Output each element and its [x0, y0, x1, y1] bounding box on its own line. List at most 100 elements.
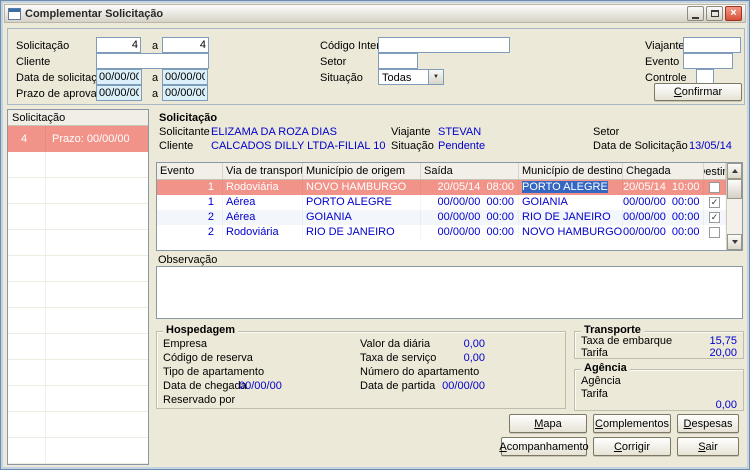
tarifa-transporte-label: Tarifa	[581, 347, 608, 359]
request-number	[8, 178, 46, 203]
arrow-up-icon	[732, 169, 738, 173]
sair-button[interactable]: Sair	[677, 437, 739, 456]
corrigir-button[interactable]: Corrigir	[593, 437, 671, 456]
cell-saida[interactable]: 00/00/00 00:00	[421, 210, 519, 225]
cell-destino_mun[interactable]: NOVO HAMBURGO	[519, 225, 623, 240]
close-icon: ×	[730, 8, 736, 19]
cell-destino_mun[interactable]: RIO DE JANEIRO	[519, 210, 623, 225]
column-header-destino[interactable]: Destino	[704, 163, 726, 179]
column-header-via[interactable]: Via de transporte	[223, 163, 303, 179]
scrollbar-thumb[interactable]	[727, 179, 742, 199]
list-row-empty[interactable]	[8, 256, 148, 282]
cell-via[interactable]: Aérea	[223, 195, 303, 210]
list-row-empty[interactable]	[8, 152, 148, 178]
cell-chegada[interactable]: 20/05/14 10:00	[623, 180, 704, 195]
itinerary-row[interactable]: 1RodoviáriaNOVO HAMBURGO20/05/14 08:00PO…	[157, 180, 726, 195]
solicitacao-to-input[interactable]	[162, 37, 209, 53]
cell-chegada[interactable]: 00/00/00 00:00	[623, 195, 704, 210]
itinerary-header: EventoVia de transporteMunicípio de orig…	[157, 163, 726, 180]
list-row-empty[interactable]	[8, 438, 148, 464]
cliente-filter-input[interactable]	[96, 53, 209, 69]
prazo-aprovacao-from-input[interactable]	[96, 85, 142, 101]
cell-via[interactable]: Rodoviária	[223, 180, 303, 195]
range-separator: a	[152, 40, 158, 52]
list-row-empty[interactable]	[8, 178, 148, 204]
list-row-empty[interactable]	[8, 360, 148, 386]
prazo-aprovacao-to-input[interactable]	[162, 85, 208, 101]
data-solicitacao-from-input[interactable]	[96, 69, 142, 85]
cell-destino_mun[interactable]: PORTO ALEGRE	[519, 180, 623, 195]
cell-via[interactable]: Aérea	[223, 210, 303, 225]
cell-evento[interactable]: 1	[157, 180, 223, 195]
cell-origem[interactable]: GOIANIA	[303, 210, 421, 225]
destino-checkbox[interactable]: ✓	[709, 197, 720, 208]
cell-origem[interactable]: RIO DE JANEIRO	[303, 225, 421, 240]
titlebar[interactable]: Complementar Solicitação ×	[4, 4, 746, 23]
list-row-empty[interactable]	[8, 334, 148, 360]
data-solicitacao-filter-label: Data de solicitação	[16, 72, 109, 84]
request-number	[8, 204, 46, 229]
data-chegada-label: Data de chegada	[163, 380, 247, 392]
column-header-evento[interactable]: Evento	[157, 163, 223, 179]
list-row-empty[interactable]	[8, 412, 148, 438]
itinerary-row[interactable]: 1AéreaPORTO ALEGRE00/00/00 00:00GOIANIA0…	[157, 195, 726, 210]
cell-destino_mun[interactable]: GOIANIA	[519, 195, 623, 210]
list-row-empty[interactable]	[8, 308, 148, 334]
cell-via[interactable]: Rodoviária	[223, 225, 303, 240]
column-header-destmun[interactable]: Município de destino	[519, 163, 623, 179]
request-list-header: Solicitação	[8, 110, 148, 126]
request-number	[8, 230, 46, 255]
cell-evento[interactable]: 1	[157, 195, 223, 210]
complementar-solicitacao-window: Complementar Solicitação × Solicitação a…	[0, 0, 750, 470]
list-row-empty[interactable]	[8, 386, 148, 412]
cell-chegada[interactable]: 00/00/00 00:00	[623, 210, 704, 225]
viajante-filter-input[interactable]	[683, 37, 741, 53]
column-header-origem[interactable]: Município de origem	[303, 163, 421, 179]
filter-panel: Solicitação a Cliente Data de solicitaçã…	[7, 28, 745, 105]
data-partida-value: 00/00/00	[400, 380, 485, 392]
situacao-dropdown[interactable]: Todas ▼	[378, 69, 444, 85]
cell-origem[interactable]: NOVO HAMBURGO	[303, 180, 421, 195]
itinerary-row[interactable]: 2RodoviáriaRIO DE JANEIRO00/00/00 00:00N…	[157, 225, 726, 240]
mapa-button[interactable]: Mapa	[509, 414, 587, 433]
cell-saida[interactable]: 00/00/00 00:00	[421, 225, 519, 240]
maximize-button[interactable]	[706, 6, 723, 21]
table-scrollbar[interactable]	[726, 163, 742, 250]
destino-checkbox[interactable]	[709, 227, 720, 238]
acompanhamento-button[interactable]: Acompanhamento	[501, 437, 587, 456]
solicitacao-from-input[interactable]	[96, 37, 141, 53]
confirmar-button[interactable]: Confirmar	[654, 83, 742, 101]
cell-evento[interactable]: 2	[157, 225, 223, 240]
chevron-down-icon[interactable]: ▼	[428, 70, 443, 84]
tarifa-transporte-value: 20,00	[665, 347, 737, 359]
codigo-interno-input[interactable]	[378, 37, 510, 53]
request-number	[8, 438, 46, 463]
despesas-button[interactable]: Despesas	[677, 414, 739, 433]
cell-chegada[interactable]: 00/00/00 00:00	[623, 225, 704, 240]
close-button[interactable]: ×	[725, 6, 742, 21]
selected-cell-text: PORTO ALEGRE	[522, 181, 608, 193]
list-row-empty[interactable]	[8, 204, 148, 230]
cell-origem[interactable]: PORTO ALEGRE	[303, 195, 421, 210]
setor-filter-input[interactable]	[378, 53, 418, 69]
list-row-empty[interactable]	[8, 282, 148, 308]
column-header-saida[interactable]: Saída	[421, 163, 519, 179]
destino-checkbox[interactable]	[709, 182, 720, 193]
scroll-up-button[interactable]	[727, 163, 742, 179]
cell-destino: ✓	[704, 195, 726, 210]
cell-saida[interactable]: 00/00/00 00:00	[421, 195, 519, 210]
itinerary-row[interactable]: 2AéreaGOIANIA00/00/00 00:00RIO DE JANEIR…	[157, 210, 726, 225]
scroll-down-button[interactable]	[727, 234, 742, 250]
evento-filter-input[interactable]	[683, 53, 733, 69]
codigo-reserva-label: Código de reserva	[163, 352, 253, 364]
list-row-empty[interactable]	[8, 230, 148, 256]
cell-saida[interactable]: 20/05/14 08:00	[421, 180, 519, 195]
complementos-button[interactable]: Complementos	[593, 414, 671, 433]
observacao-textarea[interactable]	[156, 266, 743, 319]
minimize-button[interactable]	[687, 6, 704, 21]
column-header-chegada[interactable]: Chegada	[623, 163, 704, 179]
data-solicitacao-to-input[interactable]	[162, 69, 208, 85]
request-list-item-selected[interactable]: 4 Prazo: 00/00/00	[8, 126, 148, 152]
destino-checkbox[interactable]: ✓	[709, 212, 720, 223]
cell-evento[interactable]: 2	[157, 210, 223, 225]
